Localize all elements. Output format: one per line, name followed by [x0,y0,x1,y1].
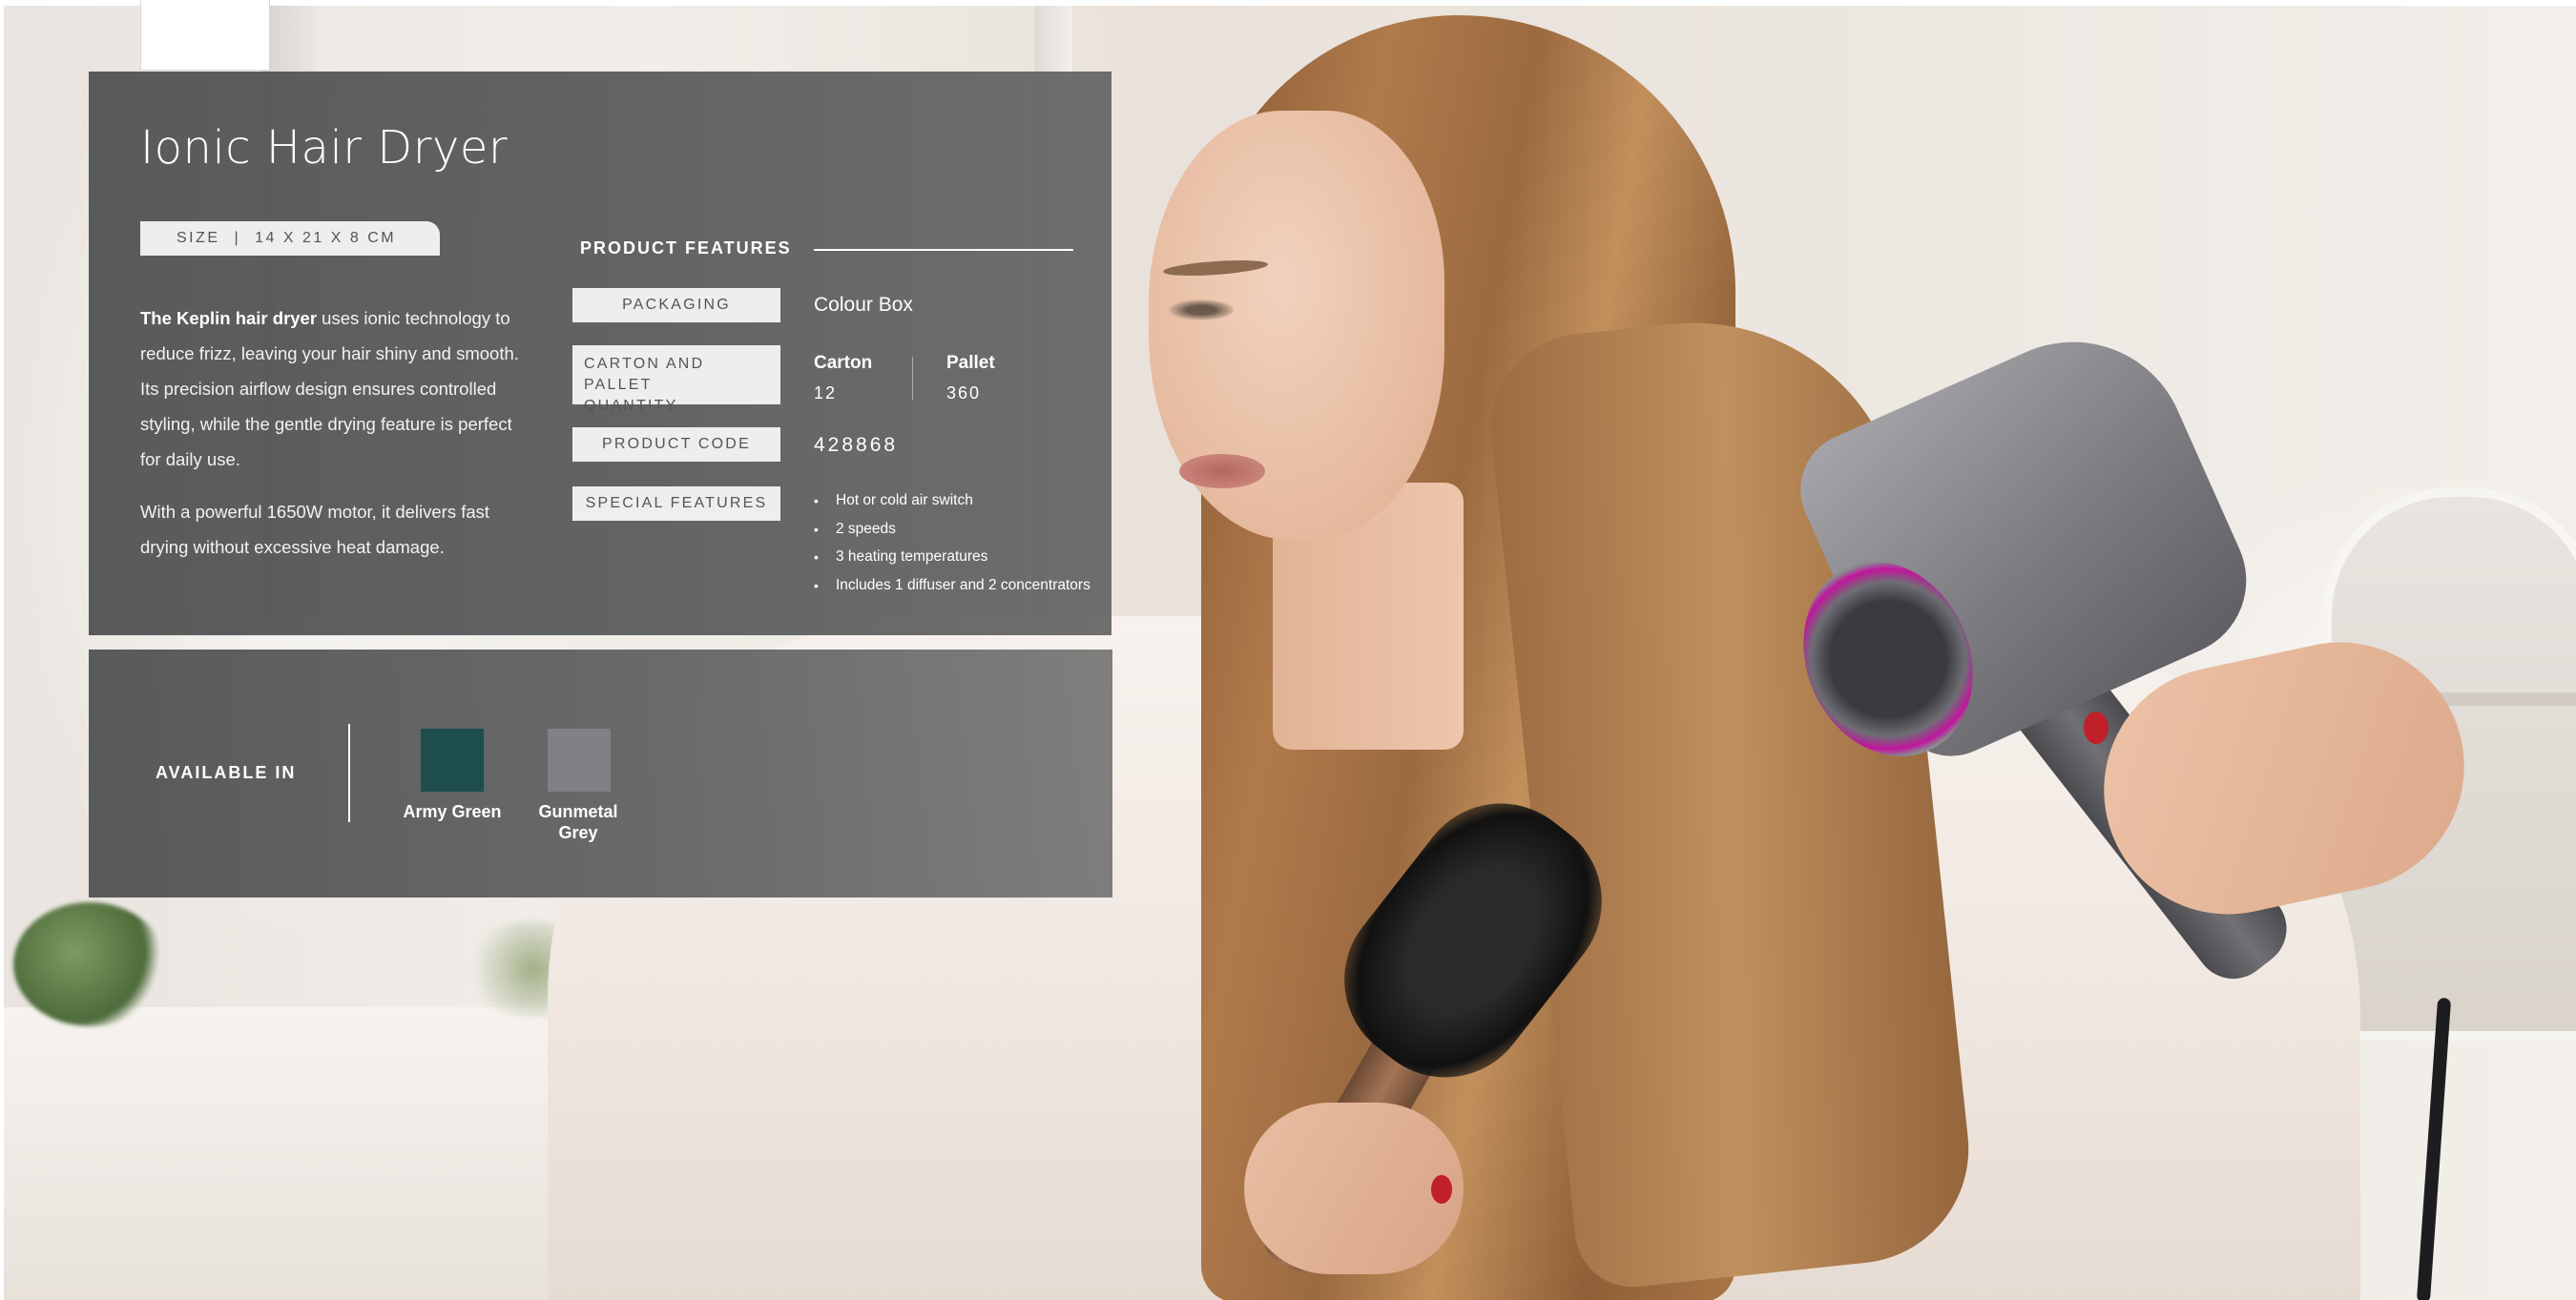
packaging-value: Colour Box [814,294,913,316]
carton-pallet-label-line: QUANTITY [584,398,678,414]
description-paragraph: With a powerful 1650W motor, it delivers… [140,502,490,557]
color-swatch-army-green [421,729,484,792]
color-name-gunmetal-grey: Gunmetal Grey [516,801,640,843]
availability-panel: AVAILABLE IN Army Green Gunmetal Grey [89,650,1112,898]
available-in-label: AVAILABLE IN [156,763,297,782]
product-description: The Keplin hair dryer uses ionic technol… [140,300,531,582]
size-separator: | [234,230,241,246]
size-value: 14 X 21 X 8 CM [255,230,397,246]
list-item: Hot or cold air switch [814,489,1091,518]
description-text: uses ionic technology to reduce frizz, l… [140,308,519,469]
carton-pallet-label-line: CARTON AND PALLET [584,356,705,393]
carton-pallet-divider [912,357,913,400]
product-code-label: PRODUCT CODE [572,427,780,462]
eye [1168,299,1235,320]
carton-pallet-label: CARTON AND PALLET QUANTITY [572,345,780,414]
carton-value: 12 [814,383,838,402]
top-tab [140,0,270,71]
product-info-panel: Ionic Hair Dryer SIZE | 14 X 21 X 8 CM T… [89,72,1111,635]
packaging-label: PACKAGING [572,288,780,322]
pallet-value: 360 [946,383,982,402]
features-heading: PRODUCT FEATURES [580,238,792,258]
color-name-army-green: Army Green [403,802,502,821]
pallet-heading: Pallet [946,353,995,373]
availability-divider [348,724,350,822]
carton-heading: Carton [814,353,873,373]
color-name-line: Gunmetal [538,802,618,821]
product-code-value: 428868 [814,434,899,456]
list-item: 3 heating temperatures [814,546,1091,574]
lips [1179,454,1265,488]
features-divider [814,249,1073,251]
color-name-line: Grey [558,823,598,842]
nail [1431,1175,1452,1204]
color-swatch-gunmetal-grey [548,729,611,792]
nail [2084,712,2109,744]
special-features-list: Hot or cold air switch 2 speeds 3 heatin… [814,489,1091,602]
dryer-cord [2416,997,2452,1300]
description-paragraph: The Keplin hair dryer uses ionic technol… [140,300,531,477]
special-features-label: SPECIAL FEATURES [572,486,780,521]
size-tag: SIZE | 14 X 21 X 8 CM [140,221,440,256]
list-item: Includes 1 diffuser and 2 concentrators [814,574,1091,603]
brand-name: The Keplin hair dryer [140,308,318,328]
plant [13,902,166,1026]
list-item: 2 speeds [814,518,1091,547]
product-title: Ionic Hair Dryer [140,121,509,175]
size-label: SIZE [177,230,220,246]
